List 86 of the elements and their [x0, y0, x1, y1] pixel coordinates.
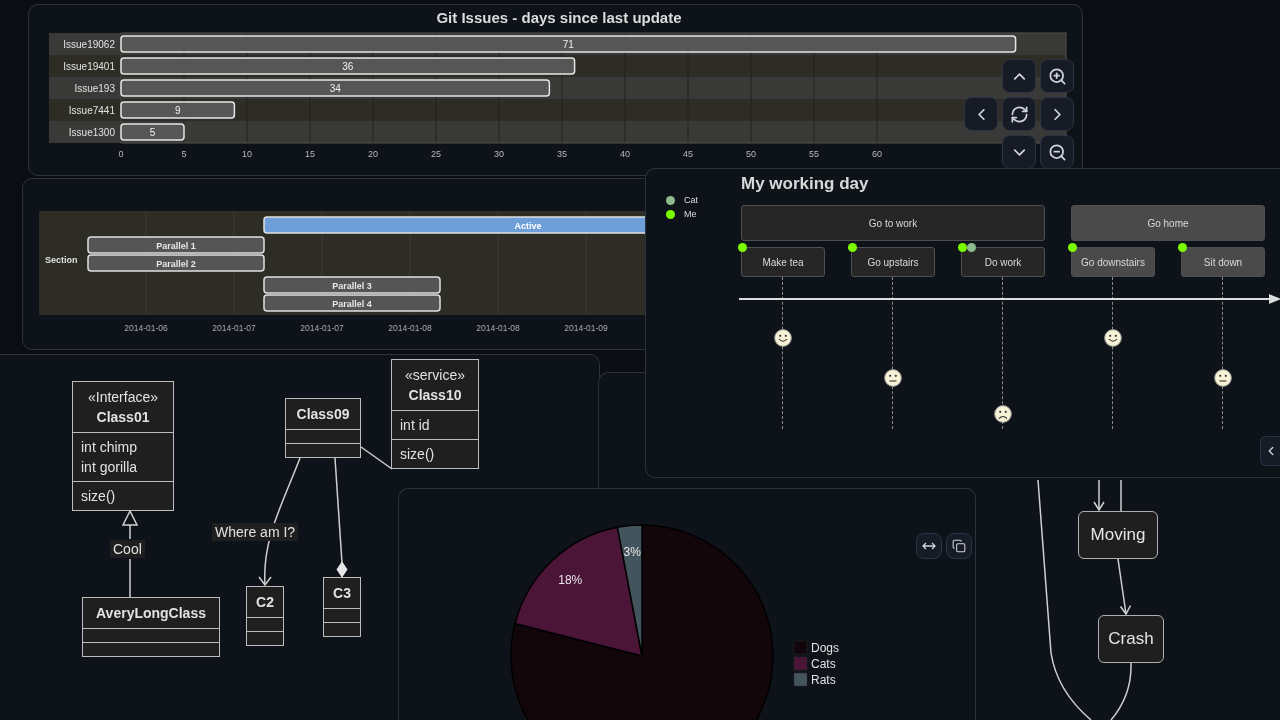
category-label: Issue19062 [63, 39, 115, 50]
legend-label: Me [684, 209, 697, 220]
tick-label: 45 [683, 149, 693, 159]
category-label: Issue1300 [68, 127, 115, 138]
double-arrow-icon [922, 542, 936, 550]
legend-label: Cat [684, 195, 698, 206]
bar-value-label: 9 [174, 105, 181, 116]
tick-label: 60 [872, 149, 882, 159]
category-label: Issue19401 [63, 61, 115, 72]
expand-button[interactable] [916, 533, 942, 559]
legend-swatch [793, 672, 808, 687]
legend-swatch [793, 656, 808, 671]
tick-label: 40 [620, 149, 630, 159]
bar-value-label: 34 [329, 83, 341, 94]
legend-label: Dogs [811, 641, 839, 655]
category-label: Issue193 [74, 83, 115, 94]
chart-title: Git Issues - days since last update [436, 9, 682, 26]
section-header: Go to work [741, 205, 1045, 241]
class-name: Class10 [408, 386, 462, 405]
zoom-out-icon [1047, 142, 1067, 162]
smiling-face-icon [774, 329, 792, 347]
zoom-in-button[interactable] [1040, 59, 1074, 93]
section-label: Section [45, 255, 78, 265]
diagram-title: My working day [741, 173, 870, 195]
bar [120, 123, 185, 141]
transition-line [1120, 479, 1122, 512]
transition-arrow [1117, 558, 1132, 616]
tick-label: 25 [431, 149, 441, 159]
axis-label: 2014-01-09 [564, 323, 608, 333]
connector-line [360, 446, 393, 470]
slice-label: 18% [558, 572, 583, 587]
task-bar: Parallel 3 [263, 276, 441, 294]
zoom-in-icon [1047, 66, 1067, 86]
task-bar: Parallel 2 [87, 254, 265, 272]
tick-label: 0 [118, 149, 124, 159]
refresh-icon [1009, 104, 1029, 124]
legend-label: Cats [811, 657, 836, 671]
class-method: size() [81, 487, 117, 506]
smiling-face-icon [1104, 329, 1122, 347]
task-bar: Parallel 4 [263, 294, 441, 312]
reset-button[interactable] [1002, 97, 1036, 131]
axis-label: 2014-01-06 [124, 323, 168, 333]
collapse-button[interactable] [1260, 436, 1280, 466]
copy-icon [952, 539, 966, 553]
slice-label: 3% [623, 544, 641, 559]
tick-label: 5 [181, 149, 187, 159]
class-name: AveryLongClass [96, 604, 206, 623]
class-name: C3 [333, 584, 351, 603]
class-stereotype: «Interface» [87, 388, 159, 407]
bar-value-label: 71 [562, 39, 574, 50]
edge-label: Cool [110, 540, 145, 558]
transition-arrow [1093, 479, 1105, 512]
class-name: C2 [256, 593, 274, 612]
bar-value-label: 5 [149, 127, 156, 138]
tick-label: 55 [809, 149, 819, 159]
tick-label: 20 [368, 149, 378, 159]
state-node: Moving [1078, 511, 1158, 559]
bar-value-label: 36 [342, 61, 354, 72]
class-attribute: int chimp [81, 438, 139, 457]
neutral-face-icon [1214, 369, 1232, 387]
class-method: size() [400, 445, 436, 464]
legend-label: Rats [811, 673, 836, 687]
axis-label: 2014-01-07 [212, 323, 256, 333]
class-stereotype: «service» [405, 366, 465, 385]
frowning-face-icon [994, 405, 1012, 423]
class-name: Class09 [296, 405, 350, 424]
class-attribute: int gorilla [81, 458, 139, 477]
tick-label: 30 [494, 149, 504, 159]
tick-label: 35 [557, 149, 567, 159]
axis-label: 2014-01-07 [300, 323, 344, 333]
neutral-face-icon [884, 369, 902, 387]
transition-line [1110, 662, 1132, 720]
state-node: Crash [1098, 615, 1164, 663]
class-attribute: int id [400, 416, 431, 435]
axis-label: 2014-01-08 [476, 323, 520, 333]
section-header: Go home [1071, 205, 1265, 241]
tick-label: 50 [746, 149, 756, 159]
class-name: Class01 [96, 408, 150, 427]
copy-button[interactable] [946, 533, 972, 559]
task-bar: Parallel 1 [87, 236, 265, 254]
tick-label: 15 [305, 149, 315, 159]
tick-label: 10 [242, 149, 252, 159]
edge-label: Where am I? [212, 523, 299, 541]
category-label: Issue7441 [68, 105, 115, 116]
axis-label: 2014-01-08 [388, 323, 432, 333]
zoom-out-button[interactable] [1040, 135, 1074, 169]
